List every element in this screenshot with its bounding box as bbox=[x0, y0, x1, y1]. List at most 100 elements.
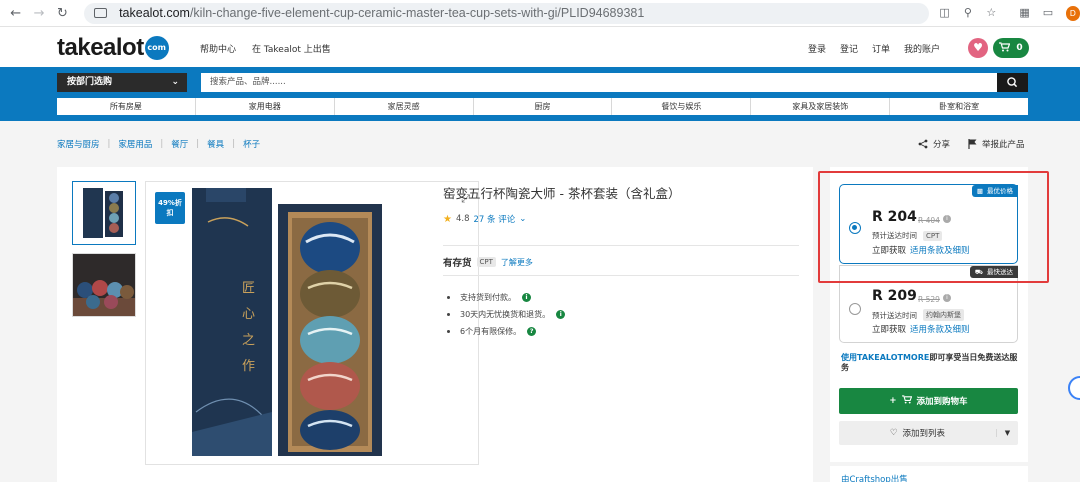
category-kitchen[interactable]: 厨房 bbox=[474, 98, 613, 115]
address-bar[interactable]: takealot.com/kiln-change-five-element-cu… bbox=[84, 2, 929, 24]
takealot-logo[interactable]: takealot com bbox=[57, 34, 169, 62]
wishlist-heart-icon[interactable]: ♥ bbox=[968, 38, 988, 58]
info-icon[interactable]: i bbox=[943, 294, 951, 302]
add-to-list-button[interactable]: ♡ 添加到列表 bbox=[839, 427, 996, 439]
list-item: 30天内无忧换货和退货。 i bbox=[447, 309, 566, 319]
orders-link[interactable]: 订单 bbox=[872, 42, 890, 55]
box-calligraphy: 匠心之作 bbox=[242, 281, 256, 374]
translate-icon[interactable]: ◫ bbox=[937, 5, 952, 21]
product-details-card: 49%折扣 ⤢ 匠心之作 窑变五行杯陶瓷大师 - 茶杯套装（含礼盒） ★ 4.8… bbox=[57, 167, 813, 482]
forward-icon[interactable]: → bbox=[31, 6, 46, 21]
help-icon[interactable]: ? bbox=[527, 326, 537, 336]
delivery-estimate: 预计送达时间 约翰内斯堡 bbox=[872, 309, 964, 321]
bookmark-star-icon[interactable]: ☆ bbox=[984, 5, 999, 21]
product-title: 窑变五行杯陶瓷大师 - 茶杯套装（含礼盒） bbox=[443, 186, 681, 201]
cart-button[interactable]: 0 bbox=[993, 38, 1029, 58]
main-nav-bar: 按部门选购 ⌄ 搜索产品、品牌...... 所有房屋 家用电器 家居灵感 厨房 … bbox=[0, 67, 1080, 121]
top-links-left: 帮助中心 在 Takealot 上出售 bbox=[200, 42, 331, 55]
learn-more-link[interactable]: 了解更多 bbox=[501, 257, 533, 268]
breadcrumb-item[interactable]: 家居用品 bbox=[118, 138, 152, 150]
heart-outline-icon: ♡ bbox=[889, 428, 898, 438]
floating-scroll-button[interactable] bbox=[1068, 376, 1080, 400]
url-host: takealot.com bbox=[119, 6, 190, 20]
list-dropdown-caret-icon[interactable]: ▼ bbox=[996, 429, 1018, 437]
takealotmore-link[interactable]: 使用TAKEALOTMORE bbox=[841, 353, 929, 362]
logo-wordmark: takealot bbox=[57, 34, 144, 61]
category-home-inspiration[interactable]: 家居灵感 bbox=[335, 98, 474, 115]
add-to-list-label: 添加到列表 bbox=[902, 429, 946, 439]
dept-label: 按部门选购 bbox=[67, 77, 113, 87]
search-input[interactable]: 搜索产品、品牌...... bbox=[201, 73, 997, 92]
logo-com-badge: com bbox=[144, 36, 169, 60]
seller-info-box: 由Craftshop出售 bbox=[830, 466, 1028, 482]
category-furniture[interactable]: 家具及家居装饰 bbox=[751, 98, 891, 115]
share-label: 分享 bbox=[933, 140, 951, 150]
category-nav: 所有房屋 家用电器 家居灵感 厨房 餐饮与娱乐 家具及家居装饰 卧室和浴室 bbox=[57, 98, 1028, 115]
thumbnail-2[interactable] bbox=[72, 253, 136, 317]
top-links-right: 登录 登记 订单 我的账户 bbox=[808, 42, 940, 55]
thumbnail-cups-image bbox=[73, 254, 135, 316]
reviews-link[interactable]: 27 条 评论 bbox=[474, 213, 516, 225]
breadcrumb-separator: | bbox=[196, 139, 200, 149]
cart-count: 0 bbox=[1016, 43, 1023, 53]
get-now-line: 立即获取 适用条款及细则 bbox=[872, 325, 970, 335]
breadcrumb-separator: | bbox=[160, 139, 164, 149]
back-icon[interactable]: ← bbox=[8, 6, 23, 21]
breadcrumb-item[interactable]: 餐厅 bbox=[171, 138, 188, 150]
login-link[interactable]: 登录 bbox=[808, 42, 826, 55]
highlight-box bbox=[818, 171, 1049, 283]
delivery-tag: 约翰内斯堡 bbox=[923, 309, 964, 321]
register-link[interactable]: 登记 bbox=[840, 42, 858, 55]
chevron-down-icon: ⌄ bbox=[171, 77, 179, 87]
help-center-link[interactable]: 帮助中心 bbox=[200, 42, 236, 55]
teaset-gift-box-illustration bbox=[192, 188, 382, 456]
plus-icon: + bbox=[889, 396, 897, 406]
share-button[interactable]: 分享 bbox=[918, 138, 950, 150]
sell-on-takealot-link[interactable]: 在 Takealot 上出售 bbox=[252, 42, 331, 55]
extensions-icon[interactable]: ▦ bbox=[1017, 5, 1032, 21]
breadcrumb-item[interactable]: 杯子 bbox=[243, 138, 260, 150]
thumbnail-teaset-box-image bbox=[83, 188, 123, 238]
search-icon bbox=[1007, 77, 1018, 88]
breadcrumb: 家居与厨房 | 家居用品 | 餐厅 | 餐具 | 杯子 bbox=[57, 138, 260, 150]
url-path: /kiln-change-five-element-cup-ceramic-ma… bbox=[189, 6, 645, 20]
breadcrumb-item[interactable]: 餐具 bbox=[207, 138, 224, 150]
takealotmore-promo: 使用TAKEALOTMORE即可享受当日免费送达服务 bbox=[841, 353, 1018, 372]
offer-price: R 209 bbox=[872, 288, 917, 304]
chevron-down-icon[interactable]: ⌄ bbox=[519, 214, 526, 224]
report-product-button[interactable]: 举报此产品 bbox=[968, 138, 1025, 150]
breadcrumb-item[interactable]: 家居与厨房 bbox=[57, 138, 100, 150]
thumbnail-1[interactable] bbox=[72, 181, 136, 245]
reload-icon[interactable]: ↻ bbox=[55, 6, 70, 21]
cart-icon bbox=[901, 395, 912, 407]
info-icon[interactable]: i bbox=[556, 309, 566, 319]
site-info-icon[interactable] bbox=[94, 8, 108, 18]
my-account-link[interactable]: 我的账户 bbox=[904, 42, 940, 55]
report-label: 举报此产品 bbox=[982, 140, 1025, 150]
site-header: takealot com 帮助中心 在 Takealot 上出售 登录 登记 订… bbox=[0, 27, 1080, 67]
category-appliances[interactable]: 家用电器 bbox=[196, 98, 335, 115]
category-dining[interactable]: 餐饮与娱乐 bbox=[612, 98, 752, 115]
feature-list: 支持货到付款。 i 30天内无忧换货和退货。 i 6个月有限保修。? bbox=[447, 292, 566, 343]
zoom-icon[interactable]: ⚲ bbox=[960, 5, 975, 21]
stock-location-tag: CPT bbox=[476, 257, 496, 267]
shop-by-department-dropdown[interactable]: 按部门选购 ⌄ bbox=[57, 73, 187, 92]
offer-radio[interactable] bbox=[849, 303, 861, 315]
search-button[interactable] bbox=[997, 73, 1028, 92]
add-to-cart-button[interactable]: + 添加到购物车 bbox=[839, 388, 1018, 414]
seller-link[interactable]: 由Craftshop出售 bbox=[841, 473, 908, 482]
info-icon[interactable]: i bbox=[522, 292, 531, 302]
browser-toolbar: ← → ↻ takealot.com/kiln-change-five-elem… bbox=[0, 0, 1080, 27]
breadcrumb-separator: | bbox=[232, 139, 236, 149]
terms-link[interactable]: 适用条款及细则 bbox=[910, 325, 970, 335]
category-all-home[interactable]: 所有房屋 bbox=[57, 98, 196, 115]
divider bbox=[443, 245, 799, 246]
profile-avatar[interactable]: D bbox=[1065, 5, 1080, 21]
category-bed-bath[interactable]: 卧室和浴室 bbox=[890, 98, 1028, 115]
add-to-list-control: ♡ 添加到列表 ▼ bbox=[839, 421, 1018, 445]
tab-window-icon[interactable]: ▭ bbox=[1040, 5, 1055, 21]
product-main-image[interactable]: 49%折扣 ⤢ 匠心之作 bbox=[145, 181, 479, 465]
flag-icon bbox=[968, 139, 977, 149]
breadcrumb-separator: | bbox=[107, 139, 111, 149]
add-to-cart-label: 添加到购物车 bbox=[916, 397, 968, 407]
